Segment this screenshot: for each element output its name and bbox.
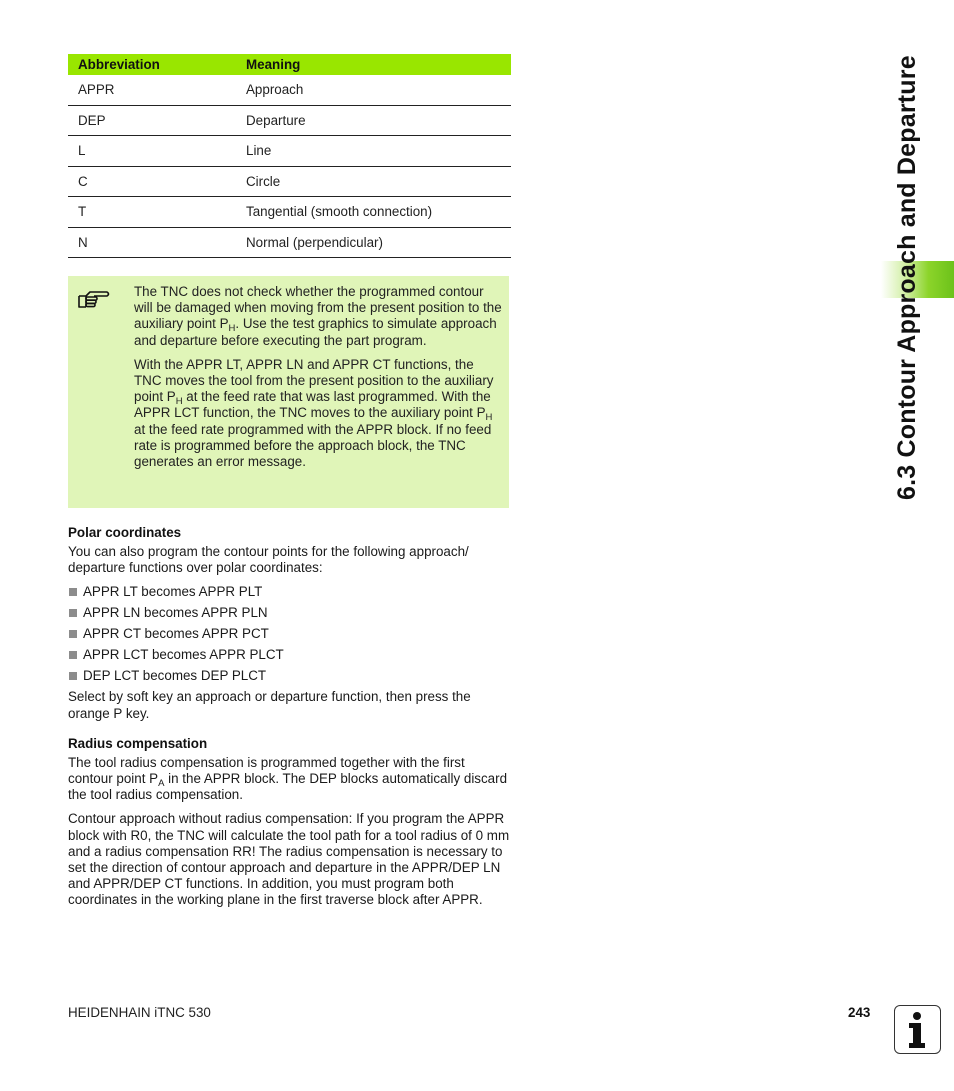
- table-row: DEP Departure: [68, 105, 511, 136]
- section-heading: Polar coordinates: [68, 525, 182, 540]
- meaning-cell: Approach: [246, 75, 511, 106]
- list-item: DEP LCT becomes DEP PLCT: [68, 668, 511, 684]
- header-meaning: Meaning: [246, 54, 511, 75]
- table-row: N Normal (perpendicular): [68, 227, 511, 258]
- page-number: 243: [848, 1005, 871, 1020]
- chapter-side-title: 6.3 Contour Approach and Departure: [893, 55, 921, 500]
- table-row: L Line: [68, 135, 511, 167]
- paragraph: Contour approach without radius compensa…: [68, 811, 510, 908]
- abbreviation-cell: T: [68, 196, 246, 228]
- bullet-square-icon: [69, 672, 77, 681]
- abbreviation-cell: L: [68, 135, 246, 167]
- footer-manual-name: HEIDENHAIN iTNC 530: [68, 1005, 211, 1020]
- note-paragraph: The TNC does not check whether the progr…: [134, 284, 502, 348]
- abbreviation-table: Abbreviation Meaning APPR Approach DEP D…: [68, 54, 511, 258]
- list-item: APPR LCT becomes APPR PLCT: [68, 647, 511, 663]
- page-content: Abbreviation Meaning APPR Approach DEP D…: [68, 54, 511, 909]
- abbreviation-cell: APPR: [68, 75, 246, 106]
- radius-compensation-section: Radius compensation The tool radius comp…: [68, 736, 511, 909]
- meaning-cell: Tangential (smooth connection): [246, 196, 511, 228]
- table-row: APPR Approach: [68, 75, 511, 106]
- abbreviation-cell: N: [68, 227, 246, 258]
- abbreviation-cell: DEP: [68, 105, 246, 136]
- note-box: The TNC does not check whether the progr…: [68, 276, 509, 508]
- list-item: APPR LT becomes APPR PLT: [68, 584, 511, 600]
- paragraph: Select by soft key an approach or depart…: [68, 689, 471, 721]
- abbreviation-cell: C: [68, 166, 246, 197]
- note-text: The TNC does not check whether the progr…: [134, 284, 504, 470]
- meaning-cell: Normal (perpendicular): [246, 227, 511, 258]
- list-item: APPR CT becomes APPR PCT: [68, 626, 511, 642]
- list-item: APPR LN becomes APPR PLN: [68, 605, 511, 621]
- bullet-list: APPR LT becomes APPR PLT APPR LN becomes…: [68, 584, 511, 684]
- paragraph: You can also program the contour points …: [68, 544, 469, 576]
- table-header-row: Abbreviation Meaning: [68, 54, 511, 75]
- bullet-square-icon: [69, 630, 77, 639]
- meaning-cell: Circle: [246, 166, 511, 197]
- table-row: C Circle: [68, 166, 511, 197]
- pointing-hand-icon: [77, 289, 111, 311]
- table-row: T Tangential (smooth connection): [68, 196, 511, 228]
- meaning-cell: Departure: [246, 105, 511, 136]
- bullet-square-icon: [69, 609, 77, 618]
- header-abbreviation: Abbreviation: [68, 54, 246, 75]
- bullet-square-icon: [69, 588, 77, 597]
- info-icon: [894, 1005, 941, 1054]
- meaning-cell: Line: [246, 135, 511, 167]
- section-heading: Radius compensation: [68, 735, 208, 751]
- paragraph: The tool radius compensation is programm…: [68, 754, 508, 803]
- note-paragraph: With the APPR LT, APPR LN and APPR CT fu…: [134, 356, 494, 470]
- bullet-square-icon: [69, 651, 77, 660]
- polar-coordinates-section: Polar coordinates You can also program t…: [68, 525, 511, 722]
